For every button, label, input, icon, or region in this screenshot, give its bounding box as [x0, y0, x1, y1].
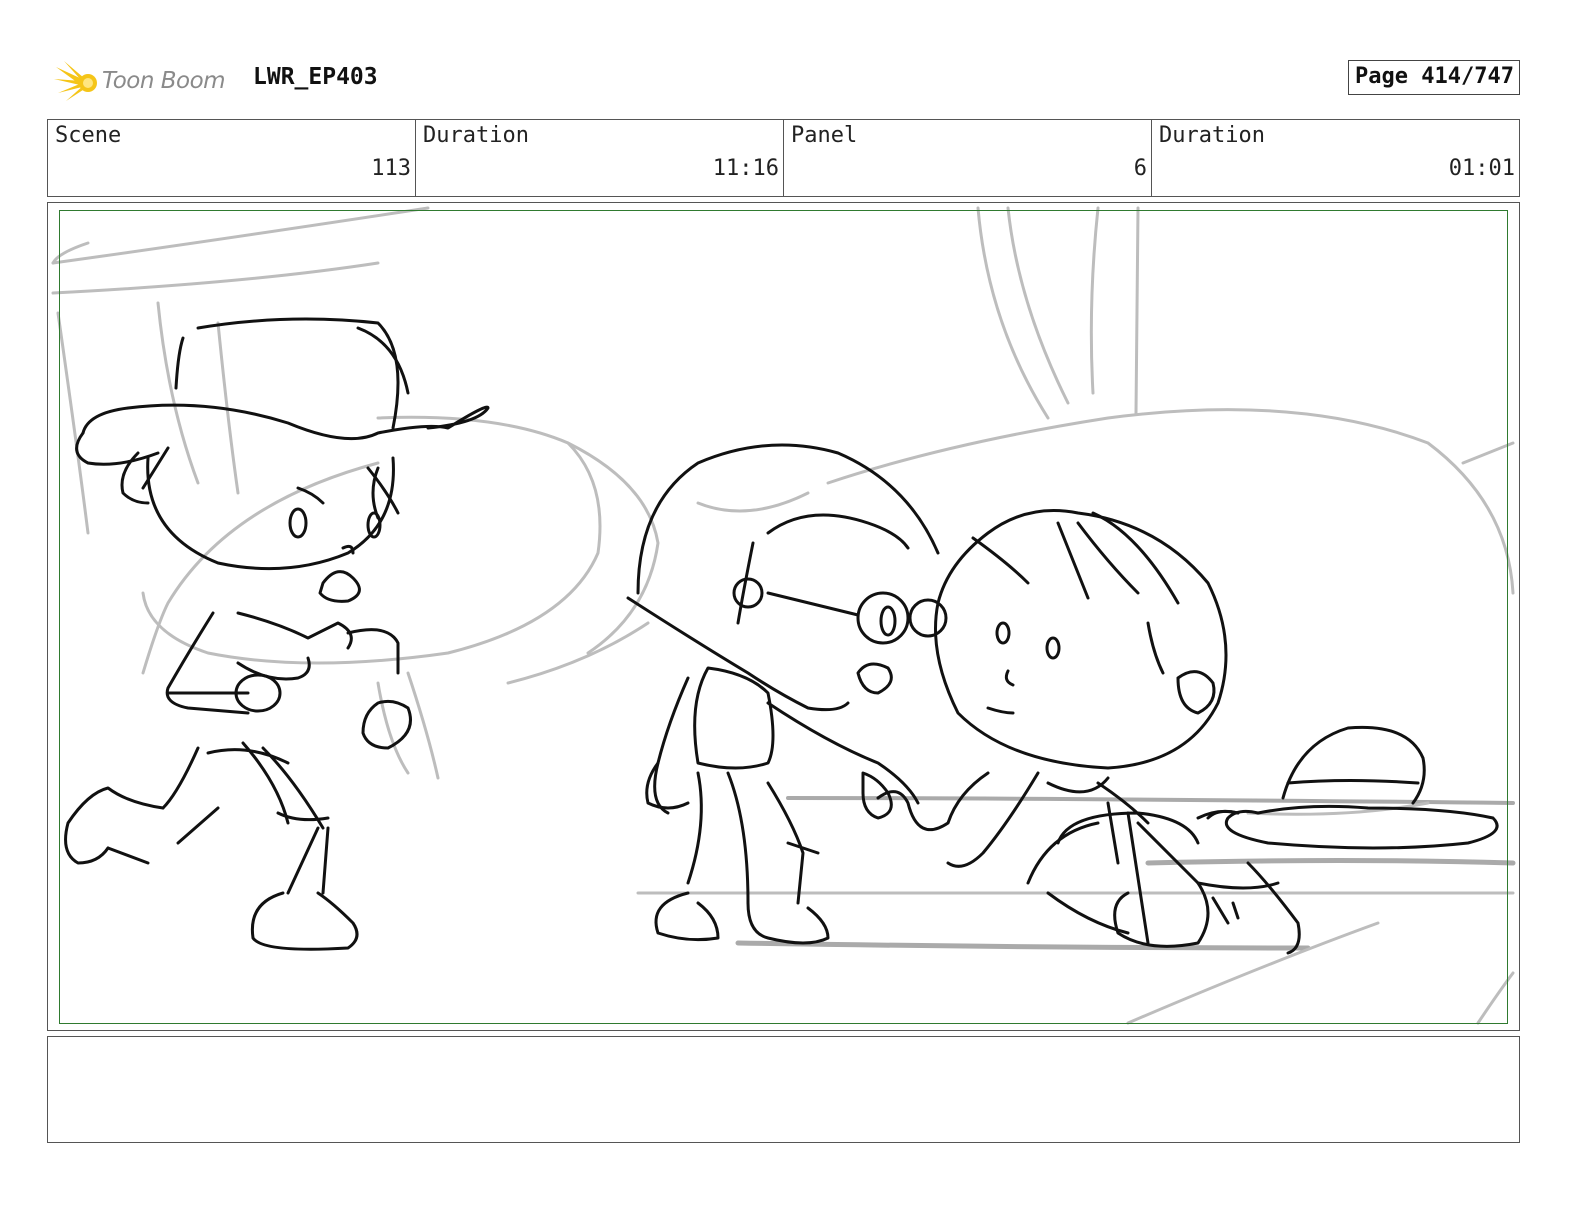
scene-info-row: Scene 113 Duration 11:16 Panel 6 Duratio…: [47, 119, 1520, 197]
project-title: LWR_EP403: [253, 64, 378, 90]
hat-on-floor-sketch: [1206, 725, 1499, 850]
scene-label: Scene: [55, 123, 122, 148]
girl-with-glasses-sketch: [626, 443, 948, 945]
scene-duration-value: 11:16: [712, 156, 779, 181]
panel-duration-label: Duration: [1159, 123, 1265, 148]
panel-label: Panel: [791, 123, 858, 148]
panel-duration-value: 01:01: [1448, 156, 1515, 181]
sitting-boy-sketch: [876, 509, 1301, 955]
scene-duration-label: Duration: [423, 123, 529, 148]
logo-text: Toon Boom: [102, 68, 226, 94]
toon-boom-logo: Toon Boom: [52, 56, 242, 106]
character-line-art: [64, 317, 1499, 955]
panel-cell: Panel 6: [784, 120, 1152, 196]
panel-value: 6: [1133, 156, 1147, 181]
starburst-icon: [54, 61, 97, 101]
panel-notes[interactable]: [47, 1036, 1520, 1143]
running-boy-sketch: [64, 317, 490, 951]
storyboard-header: Toon Boom LWR_EP403 Page 414/747: [48, 56, 1520, 106]
page-number: Page 414/747: [1348, 60, 1520, 95]
scene-cell: Scene 113: [48, 120, 416, 196]
background-sketch: [51, 206, 1516, 1025]
panel-duration-cell: Duration 01:01: [1152, 120, 1519, 196]
panel-sketch: [51, 206, 1516, 1025]
scene-value: 113: [371, 156, 411, 181]
storyboard-panel: [47, 202, 1520, 1031]
scene-duration-cell: Duration 11:16: [416, 120, 784, 196]
